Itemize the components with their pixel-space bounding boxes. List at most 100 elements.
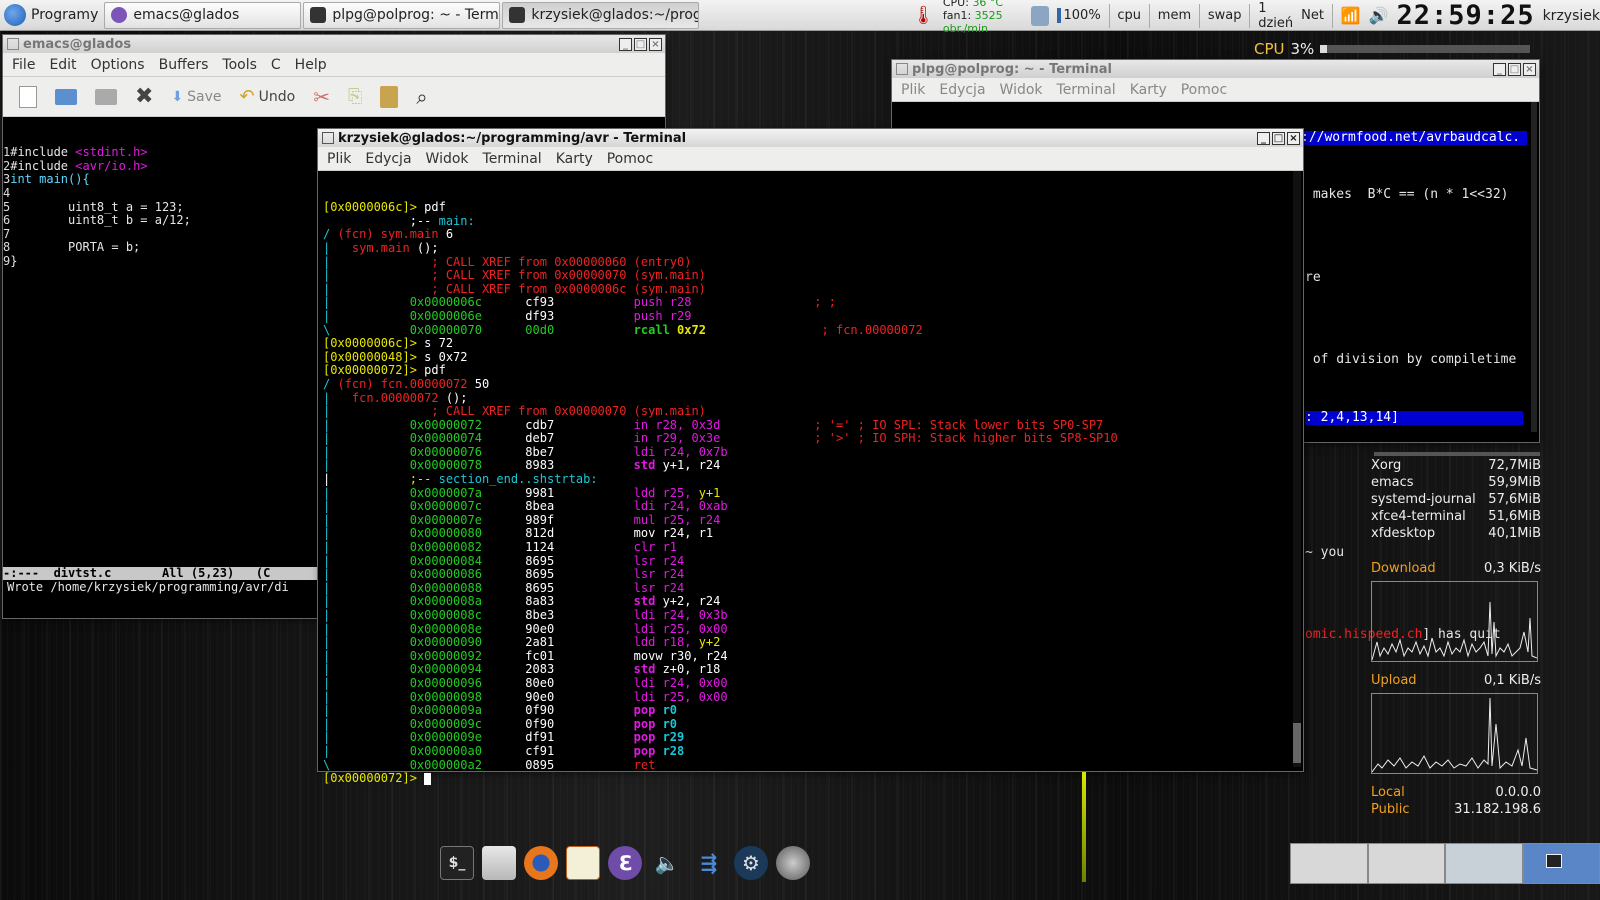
task-plpg-terminal[interactable]: plpg@polprog: ~ - Termi...	[303, 1, 501, 29]
undo-label: Undo	[258, 88, 296, 105]
close-button[interactable]: ×	[649, 37, 662, 51]
code-text: #include	[10, 158, 76, 173]
menu-tools[interactable]: Tools	[222, 57, 257, 73]
task-label: emacs@glados	[133, 7, 240, 23]
menu-terminal[interactable]: Terminal	[483, 151, 542, 167]
undo-button[interactable]: ↶ Undo	[240, 86, 296, 107]
search-icon[interactable]: ⌕	[416, 85, 427, 109]
open-directory-icon[interactable]	[95, 88, 117, 105]
disasm-token	[417, 771, 424, 785]
disasm-token: ; CALL XREF from 0x00000060 (entry0)	[431, 254, 692, 269]
transfer-icon[interactable]: ⇶	[692, 846, 726, 880]
swap-graph-label[interactable]: swap	[1208, 8, 1242, 23]
task-krzysiek-terminal[interactable]: krzysiek@glados:~/prog...	[502, 1, 700, 29]
disasm-token: 0x00000082	[409, 540, 482, 555]
system-tray: 🌡 CPU: 36 °C fan1: 3525 obr./min 100% cp…	[912, 0, 1600, 35]
wifi-icon[interactable]: 📶	[1341, 6, 1361, 25]
cpu-graph-label[interactable]: cpu	[1117, 8, 1141, 23]
disasm-line: | 0x0000008a 8a83 std y+2, r24	[323, 595, 1303, 609]
user-name[interactable]: krzysiek	[1543, 8, 1600, 24]
workspace-3[interactable]	[1445, 843, 1523, 884]
scrollbar[interactable]	[1531, 102, 1537, 432]
clock[interactable]: 22:59:25	[1397, 0, 1535, 31]
workspace-2[interactable]	[1367, 843, 1445, 884]
sensors-plugin[interactable]: CPU: 36 °C fan1: 3525 obr./min	[943, 0, 1023, 35]
disasm-token: 0x0000009e	[409, 730, 482, 745]
disasm-token: (fcn) fcn.00000072	[337, 376, 468, 391]
disasm-token: |	[323, 540, 410, 555]
workspace-1[interactable]	[1290, 843, 1368, 884]
emacs-icon	[111, 7, 128, 23]
disasm-token: |	[323, 308, 410, 323]
radare-terminal-window[interactable]: krzysiek@glados:~/programming/avr - Term…	[318, 129, 1303, 785]
plpg-titlebar[interactable]: plpg@polprog: ~ - Terminal _ □ ×	[892, 60, 1539, 78]
radare-terminal-content[interactable]: [0x0000006c]> pdf ;-- main: / (fcn) sym.m…	[318, 171, 1303, 785]
menu-edycja[interactable]: Edycja	[365, 151, 411, 167]
close-buffer-icon[interactable]: ✖	[135, 84, 153, 109]
menu-edit[interactable]: Edit	[49, 57, 76, 73]
radare-titlebar[interactable]: krzysiek@glados:~/programming/avr - Term…	[318, 129, 1303, 147]
menu-pomoc[interactable]: Pomoc	[607, 151, 653, 167]
disasm-token: 8695	[481, 553, 634, 568]
volume-icon[interactable]: 🔊	[1369, 6, 1389, 25]
disasm-line: | 0x0000009e df91 pop r29	[323, 731, 1303, 745]
menu-c[interactable]: C	[271, 57, 281, 73]
document-icon[interactable]	[566, 846, 600, 880]
minimize-button[interactable]: _	[1493, 62, 1506, 76]
cut-icon[interactable]: ✂	[313, 85, 330, 109]
menu-edycja[interactable]: Edycja	[939, 82, 985, 98]
disasm-token: |	[323, 716, 410, 731]
menu-plik[interactable]: Plik	[327, 151, 351, 167]
terminal-icon[interactable]: $_	[440, 846, 474, 880]
task-emacs[interactable]: emacs@glados	[104, 1, 302, 29]
disasm-token: 0x00000080	[409, 526, 482, 541]
maximize-button[interactable]: □	[634, 37, 647, 51]
disasm-token: rcall	[633, 322, 678, 337]
menu-karty[interactable]: Karty	[556, 151, 593, 167]
copy-icon[interactable]: ⎘	[348, 86, 362, 107]
avatar-icon[interactable]	[776, 846, 810, 880]
maximize-button[interactable]: □	[1508, 62, 1521, 76]
menu-terminal[interactable]: Terminal	[1057, 82, 1116, 98]
mem-graph-label[interactable]: mem	[1158, 8, 1191, 23]
save-button[interactable]: ⬇ Save	[171, 89, 221, 105]
applications-menu[interactable]: Programy	[0, 0, 104, 31]
disasm-token: in r28, 0x3d	[633, 417, 721, 432]
disasm-token: 0x00000096	[409, 675, 482, 690]
paste-icon[interactable]	[380, 85, 399, 108]
menu-karty[interactable]: Karty	[1130, 82, 1167, 98]
menu-file[interactable]: File	[12, 57, 35, 73]
files-icon[interactable]	[482, 846, 516, 880]
minimize-button[interactable]: _	[1257, 131, 1270, 145]
net-label[interactable]: Net	[1301, 8, 1324, 23]
plpg-title: plpg@polprog: ~ - Terminal	[912, 61, 1112, 77]
disasm-token: 90e0	[481, 621, 634, 636]
scrollbar[interactable]	[1293, 171, 1301, 767]
menu-widok[interactable]: Widok	[1000, 82, 1043, 98]
maximize-button[interactable]: □	[1272, 131, 1285, 145]
menu-buffers[interactable]: Buffers	[159, 57, 209, 73]
workspace-4[interactable]	[1522, 843, 1600, 884]
disasm-token: deb7	[481, 431, 634, 446]
close-button[interactable]: ×	[1287, 131, 1300, 145]
new-file-icon[interactable]	[19, 85, 37, 108]
menu-help[interactable]: Help	[295, 57, 327, 73]
menu-options[interactable]: Options	[91, 57, 145, 73]
battery-icon[interactable]	[1030, 5, 1049, 26]
menu-pomoc[interactable]: Pomoc	[1181, 82, 1227, 98]
firefox-icon[interactable]	[524, 846, 558, 880]
conky-cpu-bar-fill	[1320, 45, 1327, 53]
close-button[interactable]: ×	[1523, 62, 1536, 76]
emacs-toolbar: ✖ ⬇ Save ↶ Undo ✂ ⎘ ⌕	[3, 77, 665, 117]
disasm-token: in r29, 0x3e	[633, 431, 721, 446]
menu-widok[interactable]: Widok	[426, 151, 469, 167]
menu-plik[interactable]: Plik	[901, 82, 925, 98]
volume-icon[interactable]: 🔈	[650, 846, 684, 880]
open-folder-icon[interactable]	[55, 88, 77, 105]
steam-icon[interactable]: ⚙	[734, 846, 768, 880]
emacs-minibuffer[interactable]: Wrote /home/krzysiek/programming/avr/di	[7, 581, 319, 595]
emacs-titlebar[interactable]: emacs@glados _ □ ×	[3, 35, 665, 53]
disasm-token: |	[323, 567, 410, 582]
minimize-button[interactable]: _	[619, 37, 632, 51]
emacs-icon[interactable]: ℇ	[608, 846, 642, 880]
